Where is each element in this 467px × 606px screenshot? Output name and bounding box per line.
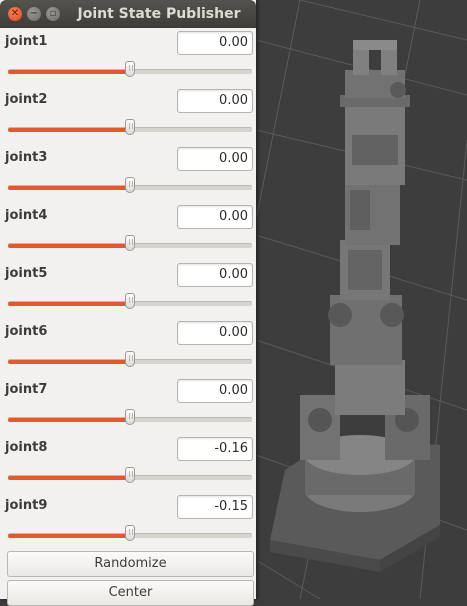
slider-handle[interactable] <box>125 293 135 309</box>
joint-label: joint8 <box>5 440 48 455</box>
joint-value-field[interactable]: 0.00 <box>177 147 253 171</box>
joint-slider[interactable] <box>8 409 252 425</box>
joint-value-field[interactable]: -0.16 <box>177 437 253 461</box>
joint-row-joint1: joint1 0.00 <box>0 29 256 87</box>
slider-handle[interactable] <box>125 467 135 483</box>
joint-value-field[interactable]: 0.00 <box>177 379 253 403</box>
slider-handle[interactable] <box>125 409 135 425</box>
joint-label: joint4 <box>5 208 48 223</box>
slider-fill <box>8 70 130 74</box>
joint-value-field[interactable]: 0.00 <box>177 321 253 345</box>
joint-slider[interactable] <box>8 177 252 193</box>
joint-label: joint1 <box>5 34 48 49</box>
joint-row-joint8: joint8 -0.16 <box>0 435 256 493</box>
joint-label: joint6 <box>5 324 48 339</box>
joint-label: joint5 <box>5 266 48 281</box>
slider-handle[interactable] <box>125 351 135 367</box>
joint-value-field[interactable]: 0.00 <box>177 263 253 287</box>
slider-handle[interactable] <box>125 61 135 77</box>
slider-fill <box>8 302 130 306</box>
joint-slider[interactable] <box>8 235 252 251</box>
joint-row-joint6: joint6 0.00 <box>0 319 256 377</box>
randomize-button[interactable]: Randomize <box>7 551 254 577</box>
joint-slider[interactable] <box>8 467 252 483</box>
maximize-icon[interactable]: ▫ <box>46 7 60 21</box>
title-bar[interactable]: ✕ − ▫ Joint State Publisher <box>0 0 256 28</box>
slider-handle[interactable] <box>125 119 135 135</box>
joint-row-joint9: joint9 -0.15 <box>0 493 256 551</box>
joint-label: joint9 <box>5 498 48 513</box>
joint-list: joint1 0.00 joint2 0.00 joint3 0.00 joint4 0.00… <box>0 29 256 551</box>
minimize-icon[interactable]: − <box>27 7 41 21</box>
slider-handle[interactable] <box>125 235 135 251</box>
close-icon[interactable]: ✕ <box>8 7 22 21</box>
joint-slider[interactable] <box>8 61 252 77</box>
joint-slider[interactable] <box>8 293 252 309</box>
center-button[interactable]: Center <box>7 580 254 606</box>
slider-fill <box>8 186 130 190</box>
slider-fill <box>8 534 130 538</box>
joint-slider[interactable] <box>8 119 252 135</box>
slider-fill <box>8 418 130 422</box>
joint-value-field[interactable]: 0.00 <box>177 205 253 229</box>
joint-row-joint7: joint7 0.00 <box>0 377 256 435</box>
joint-value-field[interactable]: -0.15 <box>177 495 253 519</box>
joint-label: joint2 <box>5 92 48 107</box>
slider-fill <box>8 244 130 248</box>
slider-fill <box>8 360 130 364</box>
joint-slider[interactable] <box>8 351 252 367</box>
joint-slider[interactable] <box>8 525 252 541</box>
slider-handle[interactable] <box>125 177 135 193</box>
joint-state-publisher-window: ✕ − ▫ Joint State Publisher joint1 0.00 jo… <box>0 0 257 606</box>
joint-row-joint5: joint5 0.00 <box>0 261 256 319</box>
window-title: Joint State Publisher <box>77 6 241 22</box>
joint-label: joint7 <box>5 382 48 397</box>
joint-row-joint3: joint3 0.00 <box>0 145 256 203</box>
joint-row-joint4: joint4 0.00 <box>0 203 256 261</box>
slider-handle[interactable] <box>125 525 135 541</box>
slider-fill <box>8 476 130 480</box>
joint-row-joint2: joint2 0.00 <box>0 87 256 145</box>
joint-label: joint3 <box>5 150 48 165</box>
joint-value-field[interactable]: 0.00 <box>177 89 253 113</box>
joint-value-field[interactable]: 0.00 <box>177 31 253 55</box>
slider-fill <box>8 128 130 132</box>
